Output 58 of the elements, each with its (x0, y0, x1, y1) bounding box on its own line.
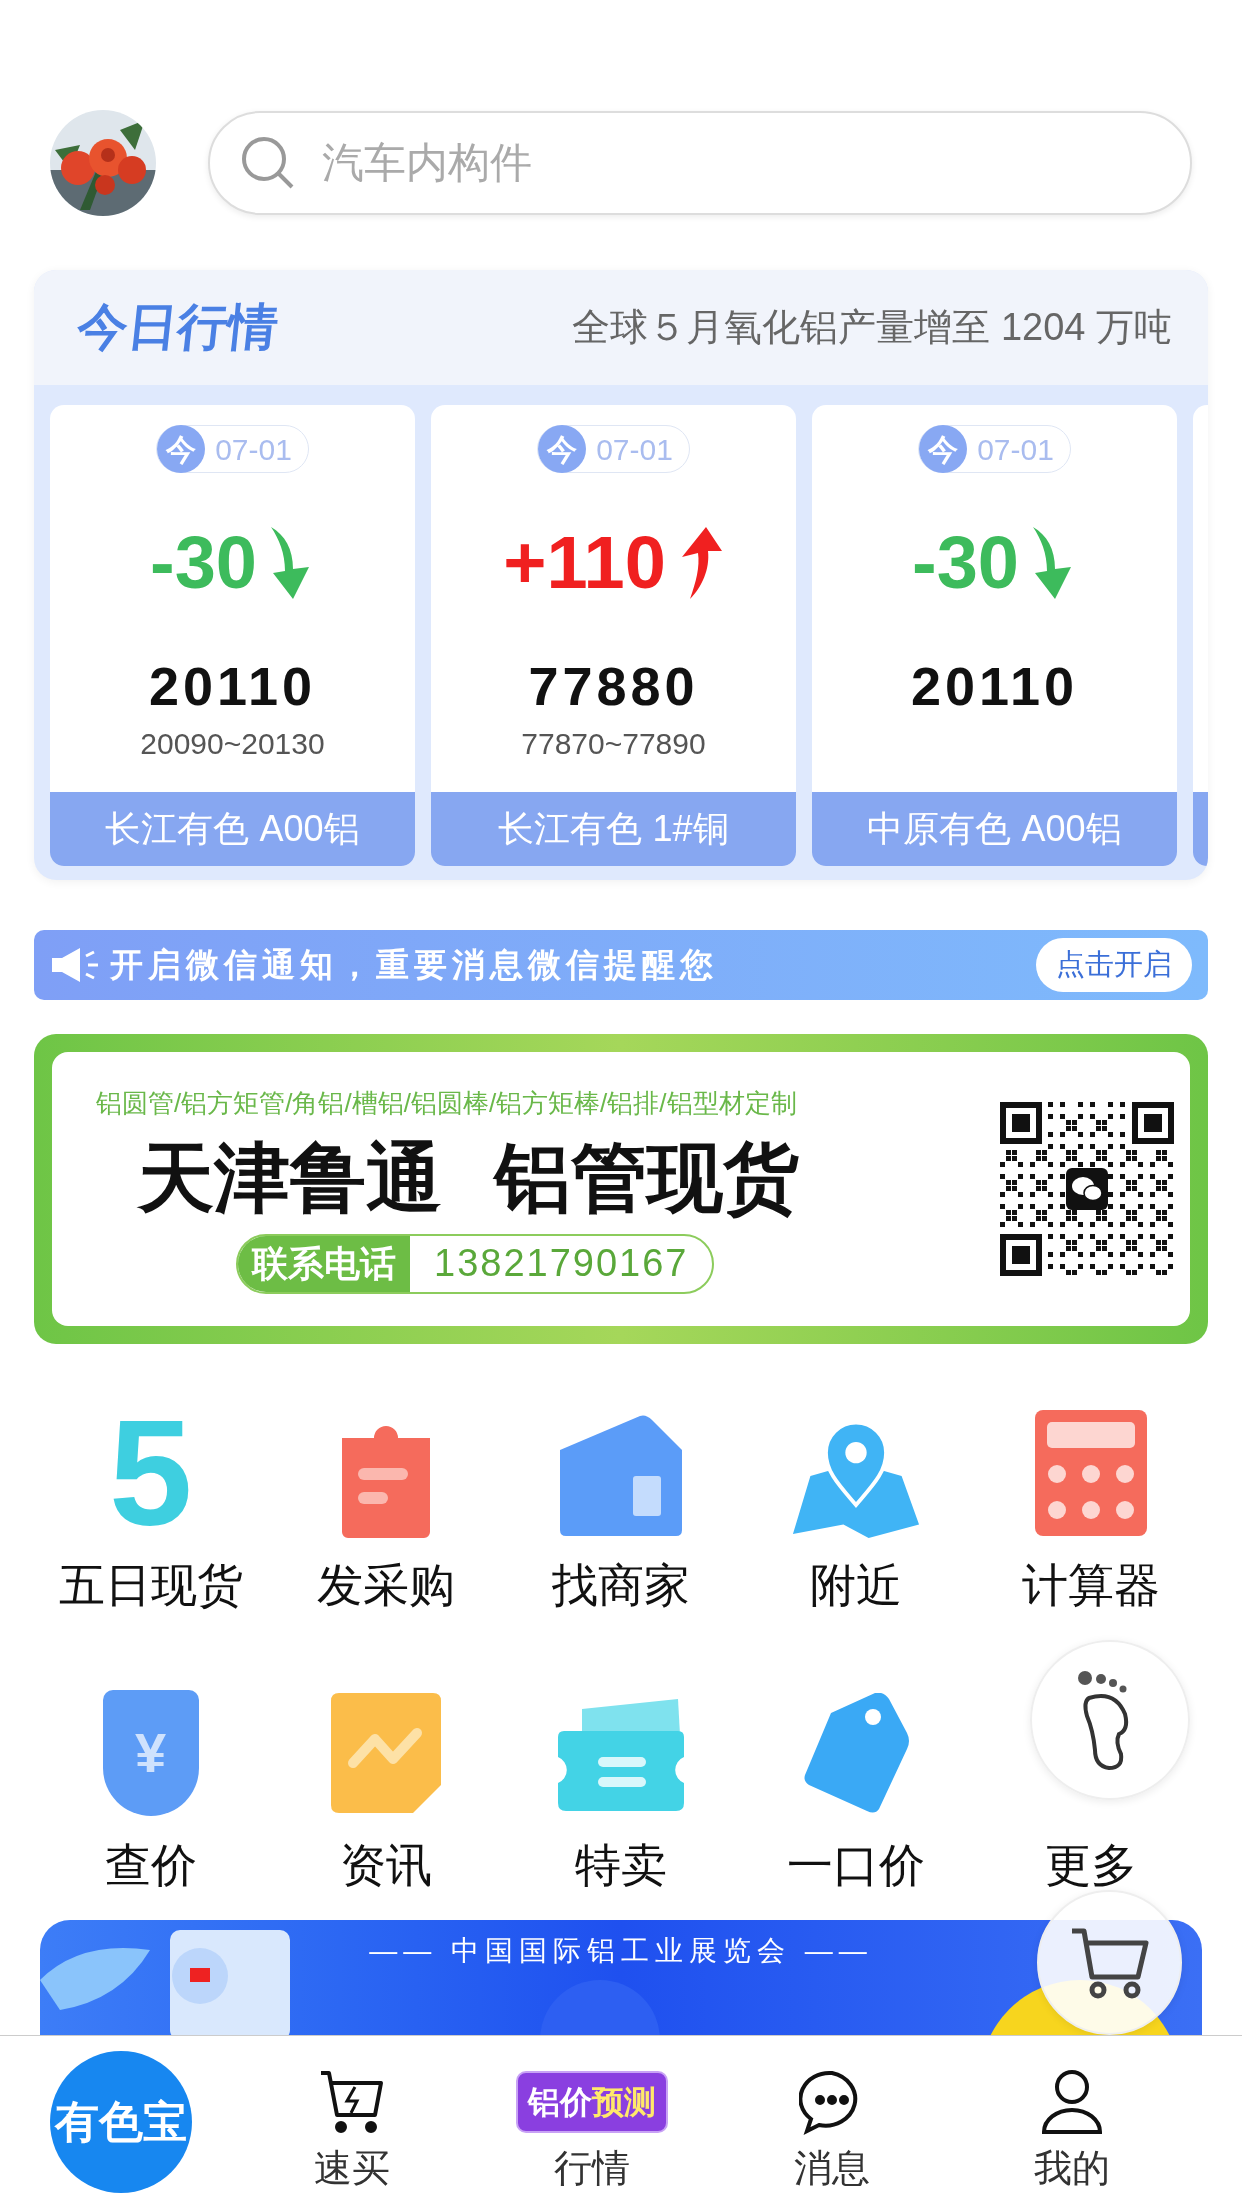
enable-button[interactable]: 点击开启 (1036, 938, 1192, 992)
shortcut-item[interactable]: 计算器 (973, 1408, 1209, 1608)
more-label[interactable]: 更多 (1045, 1842, 1138, 1888)
event-banner[interactable]: —— 中国国际铝工业展览会 —— (40, 1920, 1202, 2035)
calculator-icon (1035, 1410, 1148, 1536)
shortcut-item[interactable]: 一口价 (738, 1688, 974, 1888)
product-name: 长江有色 A00铝 (50, 792, 415, 866)
home-logo-tab[interactable]: 有色宝 (50, 2051, 192, 2193)
five-icon: 5 (108, 1408, 193, 1538)
event-subtitle: —— 中国国际铝工业展览会 —— (369, 1934, 873, 1968)
chart-note-icon (330, 1693, 441, 1813)
price-card[interactable]: 今 07-01 +110 77880 77870~77890 长江有色 1#铜 (431, 405, 796, 866)
contact-label: 联系电话 (238, 1235, 410, 1292)
shortcut-item[interactable]: 找商家 (503, 1408, 739, 1608)
ad-banner[interactable]: 铝圆管/铝方矩管/角铝/槽铝/铝圆棒/铝方矩棒/铝排/铝型材定制 天津鲁通 铝管现货 联系电话 13821790167 (34, 1034, 1208, 1344)
product-name: 长江有色 1#铜 (431, 792, 796, 866)
ad-headline: 天津鲁通 铝管现货 (138, 1132, 799, 1225)
price-value: 77880 (528, 659, 699, 713)
tab-item[interactable]: 速买 (232, 2057, 472, 2187)
price-value: 20110 (910, 659, 1079, 713)
price-card[interactable]: 今 07-01 -30 20110 20090~20130 长江有色 A00铝 (50, 405, 415, 866)
product-name: 中原有色 A00铝 (812, 792, 1177, 866)
today-badge: 今 (919, 425, 968, 473)
yen-shield-icon: ¥ (102, 1690, 199, 1816)
megaphone-icon (50, 946, 100, 984)
price-range: 20090~20130 (140, 725, 325, 762)
notice-text: 开启微信通知，重要消息微信提醒您 (110, 945, 718, 986)
price-card[interactable]: 今 07-01 -30 20110 中原有色 A00铝 (812, 405, 1177, 866)
search-icon (240, 134, 296, 191)
phone-number: 13821790167 (433, 1241, 690, 1287)
shortcut-item[interactable]: 5 五日现货 (33, 1408, 269, 1608)
price-range: 77870~77890 (521, 725, 706, 762)
date-text: 07-01 (977, 431, 1054, 468)
search-field[interactable]: 汽车内构件 (208, 110, 1192, 215)
date-text: 07-01 (215, 431, 292, 468)
price-change: -30 (150, 526, 257, 600)
shortcut-item[interactable]: ¥ 查价 (33, 1688, 269, 1888)
date-text: 07-01 (596, 431, 673, 468)
shortcut-item[interactable]: 特卖 (503, 1688, 739, 1888)
tab-item[interactable]: 铝价预测 行情 (472, 2057, 712, 2187)
news-headline[interactable]: 全球５月氧化铝产量增至 1204 万吨 (572, 299, 1172, 356)
cart-icon (1069, 1926, 1150, 1999)
shortcut-item[interactable]: 附近 (738, 1408, 974, 1608)
shortcut-item[interactable]: 发采购 (268, 1408, 504, 1608)
today-badge: 今 (157, 425, 206, 473)
price-change: +110 (503, 526, 666, 600)
ad-products: 铝圆管/铝方矩管/角铝/槽铝/铝圆棒/铝方矩棒/铝排/铝型材定制 (96, 1087, 797, 1121)
price-change: -30 (912, 526, 1019, 600)
user-icon (1041, 2069, 1103, 2135)
today-badge: 今 (538, 425, 587, 473)
cart-icon (319, 2069, 385, 2135)
market-title: 今日行情 (74, 298, 282, 357)
forecast-badge: 铝价预测 (516, 2071, 668, 2133)
qr-code-icon (1000, 1102, 1174, 1276)
shortcut-item[interactable]: 资讯 (268, 1688, 504, 1888)
tab-item[interactable]: 我的 (952, 2057, 1192, 2187)
tab-item[interactable]: 消息 (712, 2057, 952, 2187)
price-value: 20110 (148, 659, 317, 713)
